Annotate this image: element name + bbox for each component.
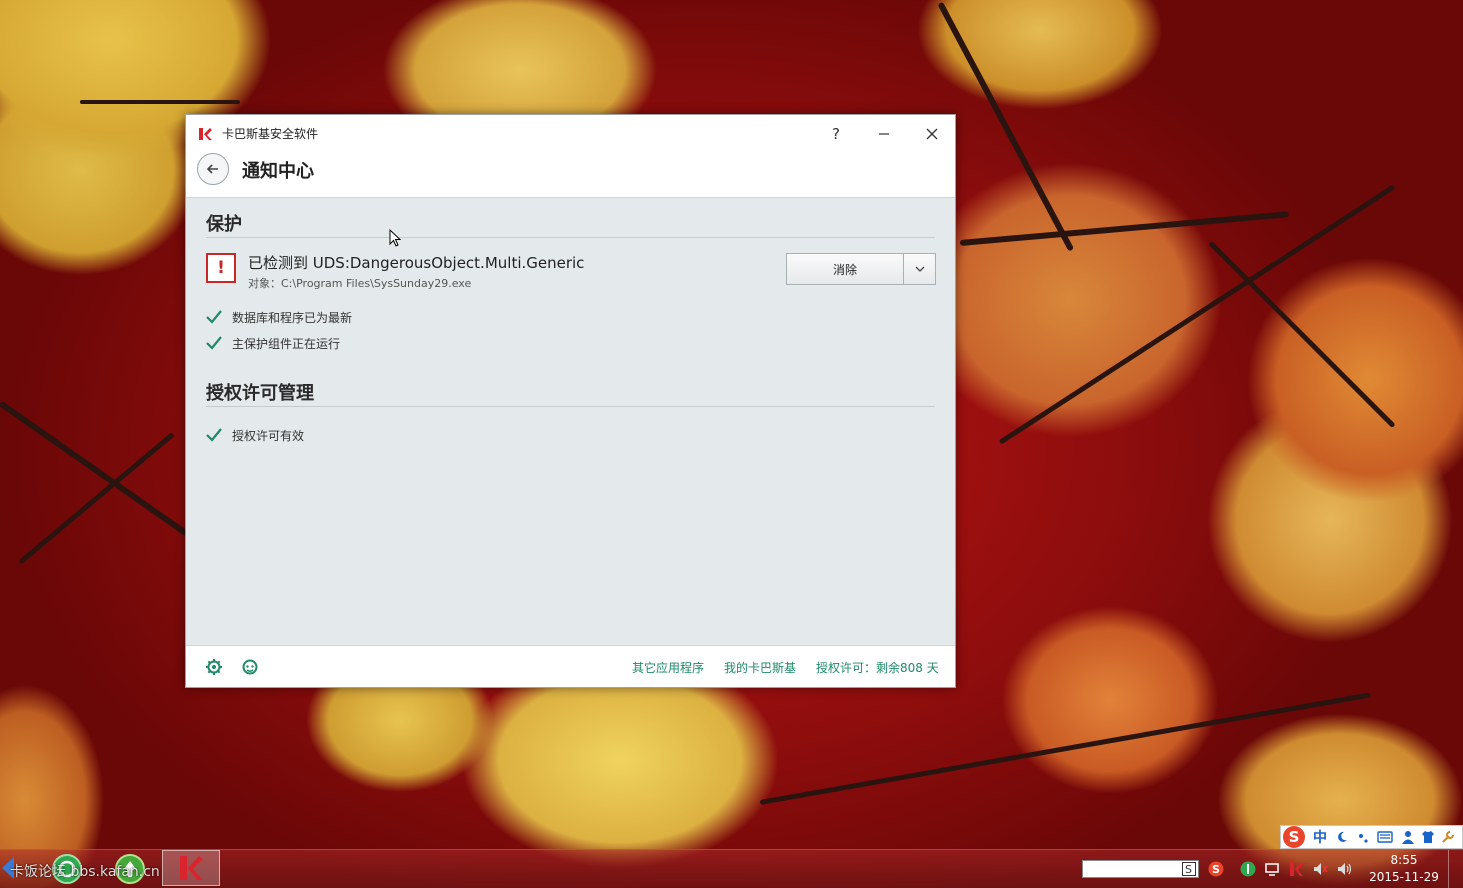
ime-toolbar: S 中 (1280, 825, 1463, 849)
punctuation-icon[interactable] (1357, 830, 1369, 844)
status-item: 数据库和程序已为最新 (206, 307, 352, 327)
network-tray-icon[interactable] (1264, 861, 1280, 877)
security-tray-icon[interactable] (1240, 861, 1256, 877)
section-title-license: 授权许可管理 (206, 383, 314, 404)
user-icon[interactable] (1401, 830, 1415, 844)
status-text: 授权许可有效 (232, 428, 305, 443)
action-dropdown-button[interactable] (904, 253, 936, 285)
close-icon (926, 128, 938, 140)
page-title: 通知中心 (242, 161, 314, 182)
status-text: 数据库和程序已为最新 (232, 310, 353, 325)
license-link[interactable]: 授权许可：剩余808 天 (816, 659, 939, 676)
taskbar-search-box[interactable]: S (1082, 860, 1199, 878)
sogou-tray-icon[interactable]: S (1208, 861, 1224, 877)
skin-icon[interactable] (1421, 830, 1435, 844)
chevron-down-icon (915, 266, 924, 272)
help-button[interactable]: ? (821, 121, 851, 147)
taskbar: 卡饭论坛 bbs.kafan.cn S S 8:55 2015-11-29 (0, 849, 1463, 888)
status-item: 授权许可有效 (206, 425, 304, 445)
other-apps-link[interactable]: 其它应用程序 (632, 659, 704, 676)
taskbar-kaspersky-button[interactable] (162, 850, 220, 886)
alert-icon: ! (206, 253, 236, 283)
wallpaper-branch (1208, 240, 1396, 429)
watermark-text: 卡饭论坛 bbs.kafan.cn (10, 864, 160, 880)
kaspersky-app-icon (180, 856, 203, 880)
wallpaper-branch (759, 692, 1372, 805)
threat-title: 已检测到 UDS:DangerousObject.Multi.Generic (248, 254, 585, 272)
minimize-icon (879, 133, 889, 135)
mouse-cursor-icon (389, 229, 401, 247)
my-kaspersky-link[interactable]: 我的卡巴斯基 (724, 659, 796, 676)
kaspersky-logo-icon (199, 128, 212, 140)
check-icon (206, 310, 222, 324)
status-text: 主保护组件正在运行 (232, 336, 341, 351)
kaspersky-window: 卡巴斯基安全软件 ? 通知中心 保护 ! 已检测到 UDS:DangerousO… (185, 114, 956, 688)
footer: 其它应用程序 我的卡巴斯基 授权许可：剩余808 天 (186, 645, 955, 687)
divider (206, 406, 935, 407)
back-button[interactable] (197, 153, 229, 185)
support-icon[interactable] (241, 658, 259, 676)
wallpaper-branch (959, 211, 1290, 246)
ime-mode-toggle[interactable]: 中 (1313, 827, 1327, 847)
action-split-button: 消除 (786, 253, 936, 285)
moon-icon[interactable] (1335, 830, 1349, 844)
divider (206, 237, 935, 238)
show-desktop-button[interactable] (1448, 850, 1463, 888)
wallpaper-branch (80, 100, 240, 104)
wallpaper-branch (18, 432, 175, 565)
section-title-protection: 保护 (206, 214, 242, 235)
kaspersky-tray-icon[interactable] (1288, 861, 1304, 877)
arrow-left-icon (206, 164, 218, 174)
wallpaper-branch (937, 1, 1075, 252)
clock-time: 8:55 (1390, 853, 1418, 867)
status-item: 主保护组件正在运行 (206, 333, 340, 353)
system-clock[interactable]: 8:55 2015-11-29 (1362, 852, 1446, 886)
svg-text:S: S (1185, 863, 1192, 876)
help-icon: ? (832, 125, 840, 143)
gear-icon[interactable] (205, 658, 223, 676)
svg-text:S: S (1212, 863, 1220, 876)
check-icon (206, 336, 222, 350)
threat-object-path: 对象：C:\Program Files\SysSunday29.exe (248, 277, 472, 290)
close-button[interactable] (917, 121, 947, 147)
sogou-logo-icon[interactable]: S (1283, 826, 1305, 848)
check-icon (206, 428, 222, 442)
title-bar: 卡巴斯基安全软件 ? 通知中心 (186, 115, 955, 198)
clock-date: 2015-11-29 (1369, 870, 1439, 884)
wrench-icon[interactable] (1441, 830, 1455, 844)
disinfect-button[interactable]: 消除 (786, 253, 904, 285)
search-s-icon: S (1182, 862, 1196, 876)
keyboard-icon[interactable] (1377, 831, 1393, 843)
muted-speaker-tray-icon[interactable] (1312, 861, 1328, 877)
minimize-button[interactable] (869, 121, 899, 147)
speaker-tray-icon[interactable] (1336, 861, 1352, 877)
app-title: 卡巴斯基安全软件 (222, 127, 319, 141)
